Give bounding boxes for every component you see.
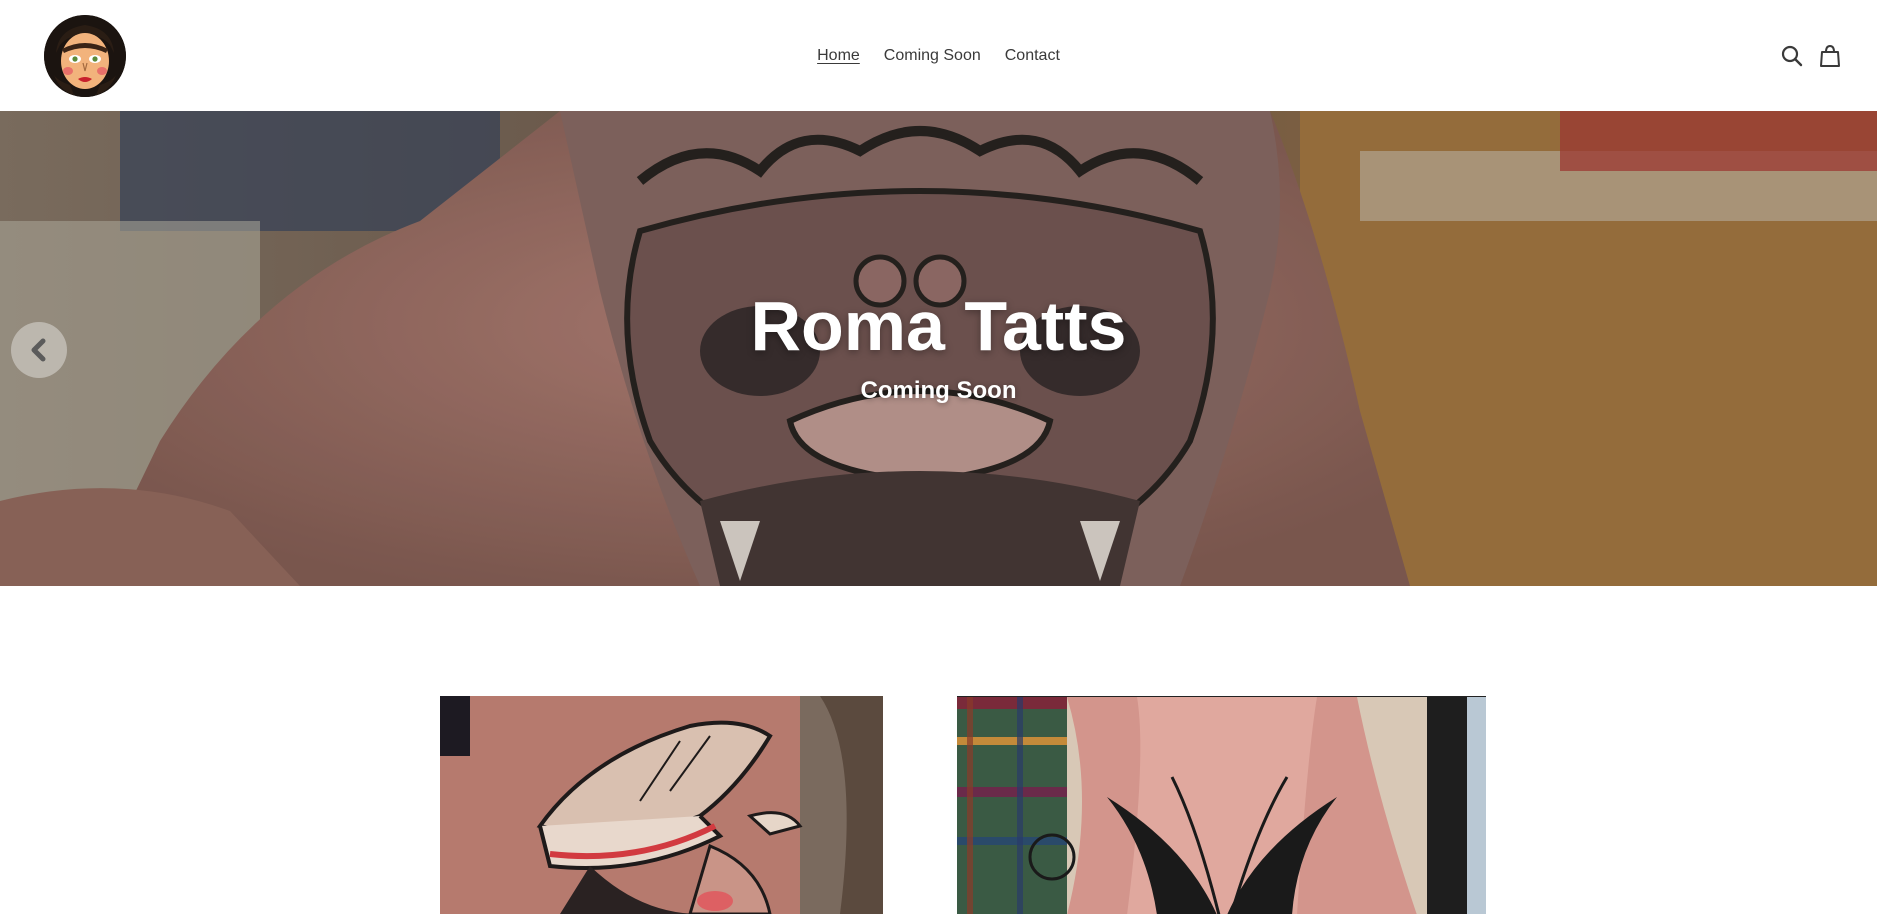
cart-icon[interactable] <box>1819 44 1841 68</box>
sailor-girl-tattoo-image[interactable] <box>440 696 883 914</box>
butterfly-leg-tattoo-picture <box>957 697 1486 914</box>
main-nav: Home Coming Soon Contact <box>0 46 1877 66</box>
butterfly-leg-tattoo-image[interactable] <box>957 696 1486 914</box>
site-header: Home Coming Soon Contact <box>0 0 1877 111</box>
hero-subtitle: Coming Soon <box>860 377 1017 404</box>
hero-slideshow: Roma Tatts Coming Soon <box>0 111 1877 586</box>
header-icons <box>1781 44 1841 68</box>
slideshow-prev-button[interactable] <box>11 322 67 378</box>
chevron-left-icon <box>31 338 46 362</box>
nav-contact[interactable]: Contact <box>1005 46 1060 66</box>
search-icon[interactable] <box>1781 44 1803 68</box>
hero-title: Roma Tatts <box>750 287 1127 365</box>
nav-home[interactable]: Home <box>817 46 860 66</box>
nav-coming-soon[interactable]: Coming Soon <box>884 46 981 66</box>
sailor-girl-tattoo-picture <box>440 696 883 914</box>
